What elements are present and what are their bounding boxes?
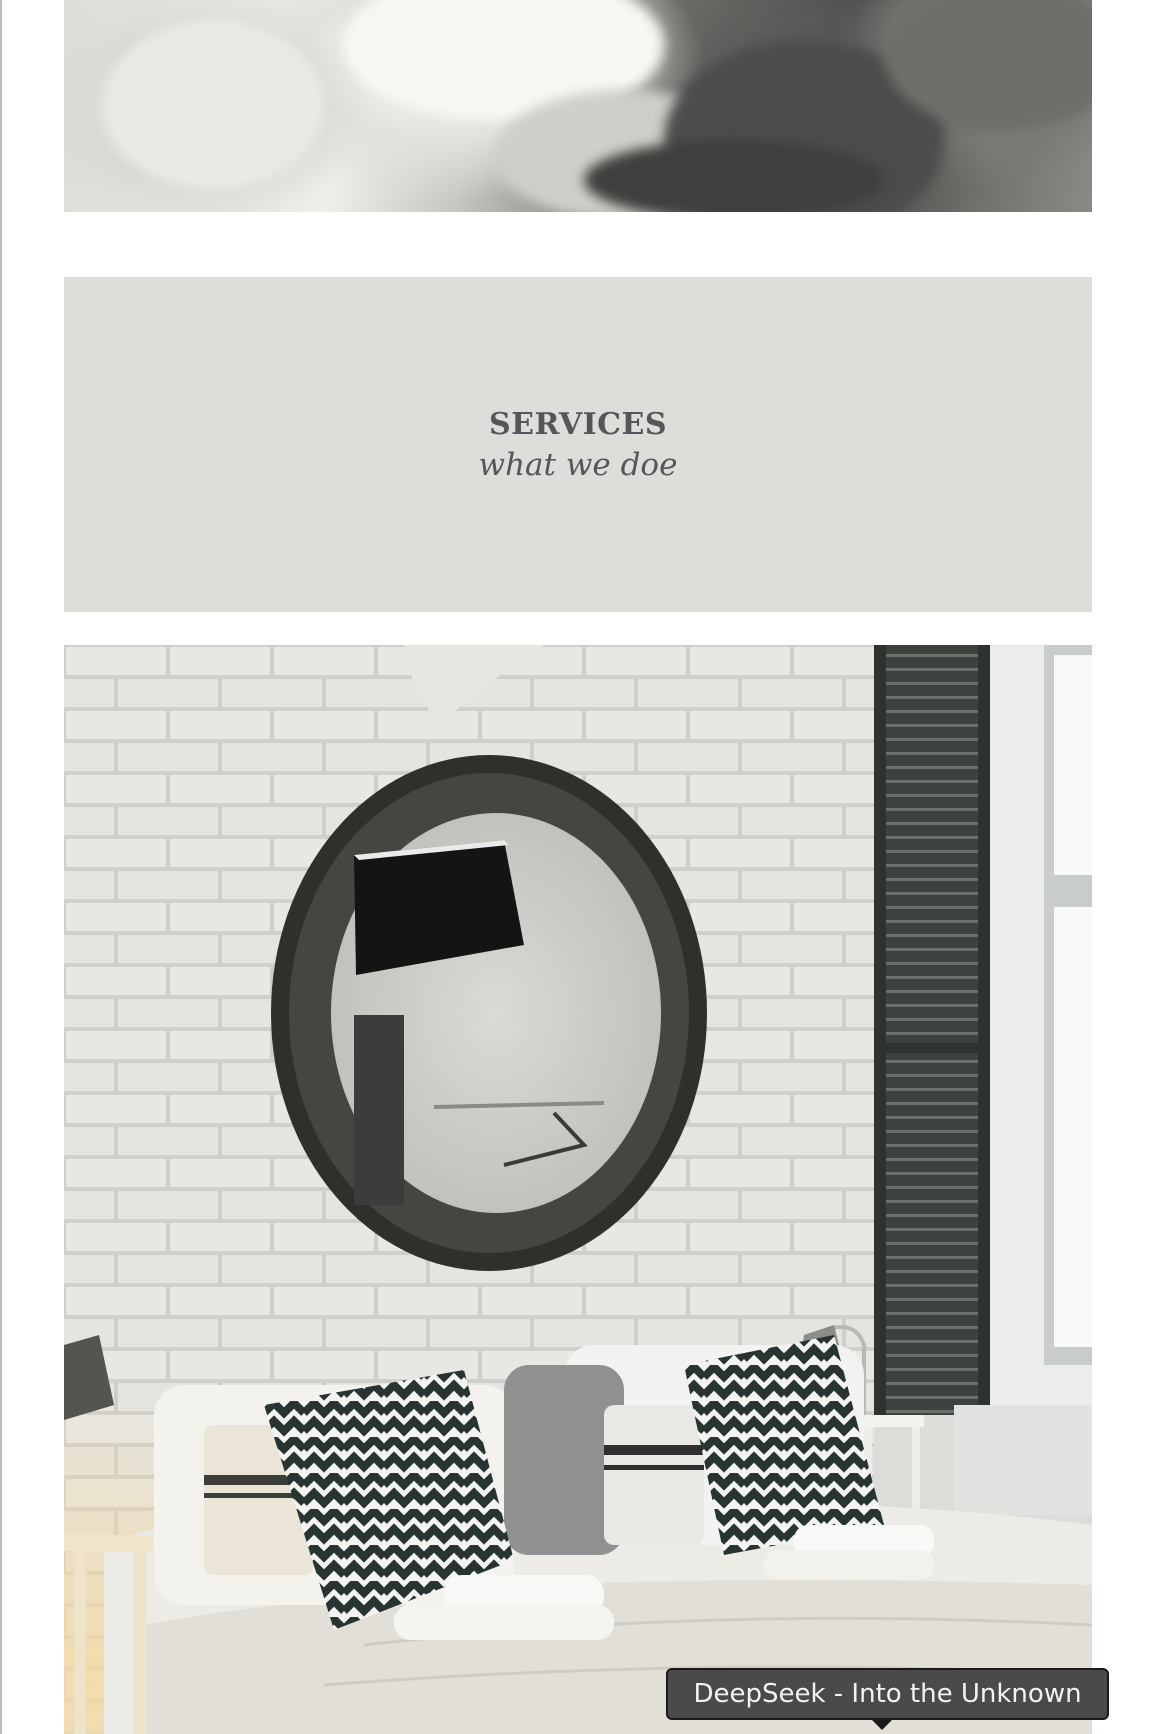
services-subtitle: what we doe — [478, 446, 678, 483]
tooltip-arrow — [870, 1718, 894, 1730]
bedroom-photo — [64, 645, 1092, 1734]
bedding-photo — [64, 0, 1092, 212]
services-title: SERVICES — [488, 406, 668, 442]
services-card: SERVICES what we doe — [64, 277, 1092, 612]
page: SERVICES what we doe DeepSeek - Into the… — [0, 0, 1152, 1734]
tooltip: DeepSeek - Into the Unknown — [666, 1668, 1109, 1720]
